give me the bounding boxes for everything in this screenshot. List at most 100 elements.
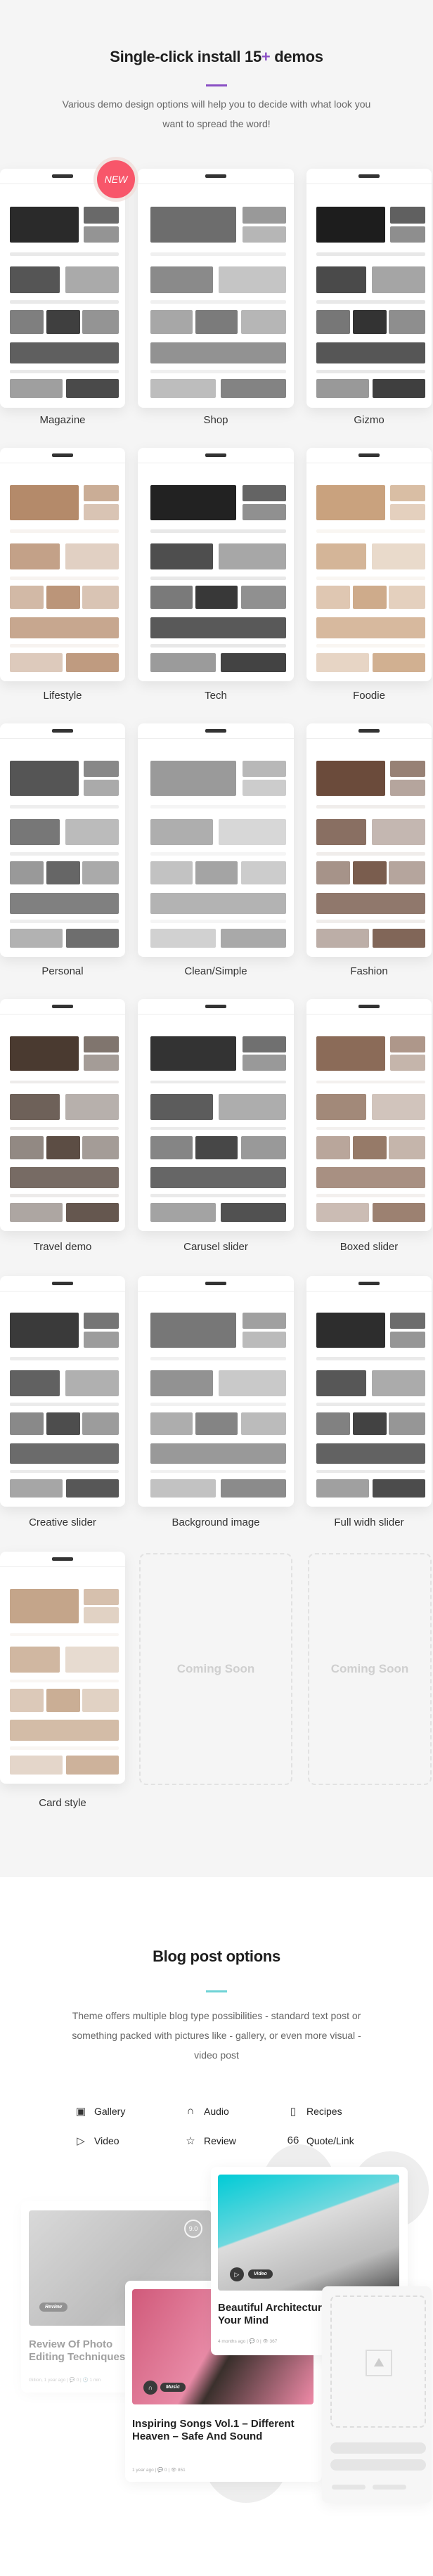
demo-preview-block: [371, 1370, 426, 1396]
demo-card[interactable]: [306, 169, 432, 408]
demo-preview-block: [150, 1094, 213, 1120]
image-placeholder: ⛰: [330, 2295, 426, 2428]
demo-preview-block: [352, 309, 387, 334]
demo-header: [138, 169, 294, 184]
demo-card[interactable]: [306, 1276, 432, 1507]
demo-preview-block: [84, 207, 119, 224]
book-icon: ▯: [290, 2106, 297, 2118]
music-tag: Music: [160, 2383, 186, 2392]
demo-label: Travel demo: [33, 1241, 92, 1253]
demo-card[interactable]: [0, 1276, 125, 1507]
demo-header: [306, 448, 432, 463]
demo-preview-block: [66, 379, 119, 399]
demo-preview-block: [316, 805, 426, 809]
demo-preview-block: [10, 300, 119, 304]
demo-preview-block: [10, 819, 60, 845]
demo-preview-block: [10, 1647, 60, 1673]
demo-card[interactable]: [0, 448, 125, 681]
music-post-meta: 1 year ago | 💬 0 | 👁 851: [132, 2468, 186, 2473]
demo-preview-block: [373, 1479, 426, 1498]
demo-preview-block: [316, 861, 351, 885]
demo-preview-block: [10, 1135, 44, 1159]
demo-header: [138, 999, 294, 1015]
blog-option-video: ▷ Video: [75, 2134, 119, 2147]
demo-card[interactable]: [306, 723, 432, 957]
demo-preview-block: [316, 929, 369, 948]
demo-card[interactable]: [138, 999, 294, 1231]
demo-preview-block: [316, 1313, 386, 1348]
demo-preview-block: [389, 1412, 426, 1436]
demo-preview-block: [150, 1356, 286, 1360]
option-label: Gallery: [94, 2106, 126, 2117]
demo-preview-block: [10, 543, 60, 569]
blog-title: Blog post options: [153, 1947, 280, 1965]
demo-card[interactable]: [0, 169, 125, 408]
demo-preview-block: [150, 543, 213, 569]
music-post-title[interactable]: Inspiring Songs Vol.1 – Different Heaven…: [132, 2418, 315, 2443]
demo-preview-block: [10, 1469, 119, 1474]
demo-preview-block: [10, 529, 119, 534]
demo-preview-block: [219, 266, 286, 293]
demo-preview-block: [10, 1746, 119, 1751]
coming-soon-card: Coming Soon: [139, 1553, 292, 1785]
demos-title: Single-click install 15+ demos: [110, 48, 323, 65]
demo-label: Creative slider: [29, 1516, 96, 1528]
demo-preview-block: [46, 1412, 80, 1436]
demo-preview-block: [150, 643, 286, 648]
option-label: Audio: [204, 2105, 229, 2117]
demo-preview-block: [242, 226, 286, 243]
demo-preview-block: [150, 309, 193, 334]
demo-card[interactable]: [0, 999, 125, 1231]
demo-preview-block: [10, 1443, 119, 1464]
demo-preview-block: [220, 929, 286, 948]
demo-preview-block: [390, 1313, 426, 1329]
demo-card[interactable]: [306, 999, 432, 1231]
demo-preview-block: [66, 1203, 119, 1222]
demo-card[interactable]: [306, 448, 432, 681]
demos-lead: Various demo design options will help yo…: [62, 98, 371, 129]
demo-preview-block: [84, 485, 119, 502]
demo-preview-block: [65, 1094, 119, 1120]
demo-label: Clean/Simple: [184, 965, 247, 977]
demo-preview-block: [10, 919, 119, 923]
demo-preview-block: [84, 1036, 119, 1052]
play-icon: ▷: [230, 2267, 244, 2281]
demo-preview-block: [390, 1036, 426, 1052]
demo-label: Boxed slider: [340, 1241, 399, 1253]
demo-card[interactable]: [138, 448, 294, 681]
demo-preview-block: [10, 369, 119, 373]
demo-preview-block: [10, 1203, 63, 1222]
option-label: Recipes: [306, 2106, 342, 2117]
demo-card[interactable]: [138, 1276, 294, 1507]
demo-preview-block: [240, 861, 286, 885]
demo-preview-block: [316, 1194, 426, 1198]
demo-card[interactable]: [0, 1552, 125, 1784]
demo-preview-block: [10, 861, 44, 885]
demo-card[interactable]: [138, 169, 294, 408]
demo-preview-block: [10, 1632, 119, 1637]
demo-preview-block: [390, 485, 426, 502]
skeleton-line: [373, 2485, 406, 2490]
review-post-title[interactable]: Review Of Photo Editing Techniques: [29, 2338, 127, 2364]
demo-preview-block: [316, 369, 426, 373]
demo-preview-block: [150, 653, 216, 672]
demo-preview-block: [316, 1356, 426, 1360]
demo-preview-block: [316, 761, 386, 796]
demo-card[interactable]: [138, 723, 294, 957]
demo-preview-block: [10, 653, 63, 672]
demo-preview-block: [316, 379, 369, 399]
demo-preview-block: [316, 892, 426, 914]
demo-preview-block: [82, 585, 119, 610]
demo-preview-block: [150, 861, 193, 885]
demo-preview-block: [316, 851, 426, 856]
demo-preview-block: [316, 266, 367, 293]
demo-card[interactable]: [0, 723, 125, 957]
demo-preview-block: [316, 543, 367, 569]
demo-preview-block: [390, 1331, 426, 1348]
demo-preview-block: [371, 266, 426, 293]
demo-preview-block: [150, 1194, 286, 1198]
demo-preview-block: [219, 543, 286, 569]
demo-preview-block: [150, 1036, 236, 1071]
demo-preview-block: [316, 1036, 386, 1071]
demo-preview-block: [390, 207, 426, 224]
